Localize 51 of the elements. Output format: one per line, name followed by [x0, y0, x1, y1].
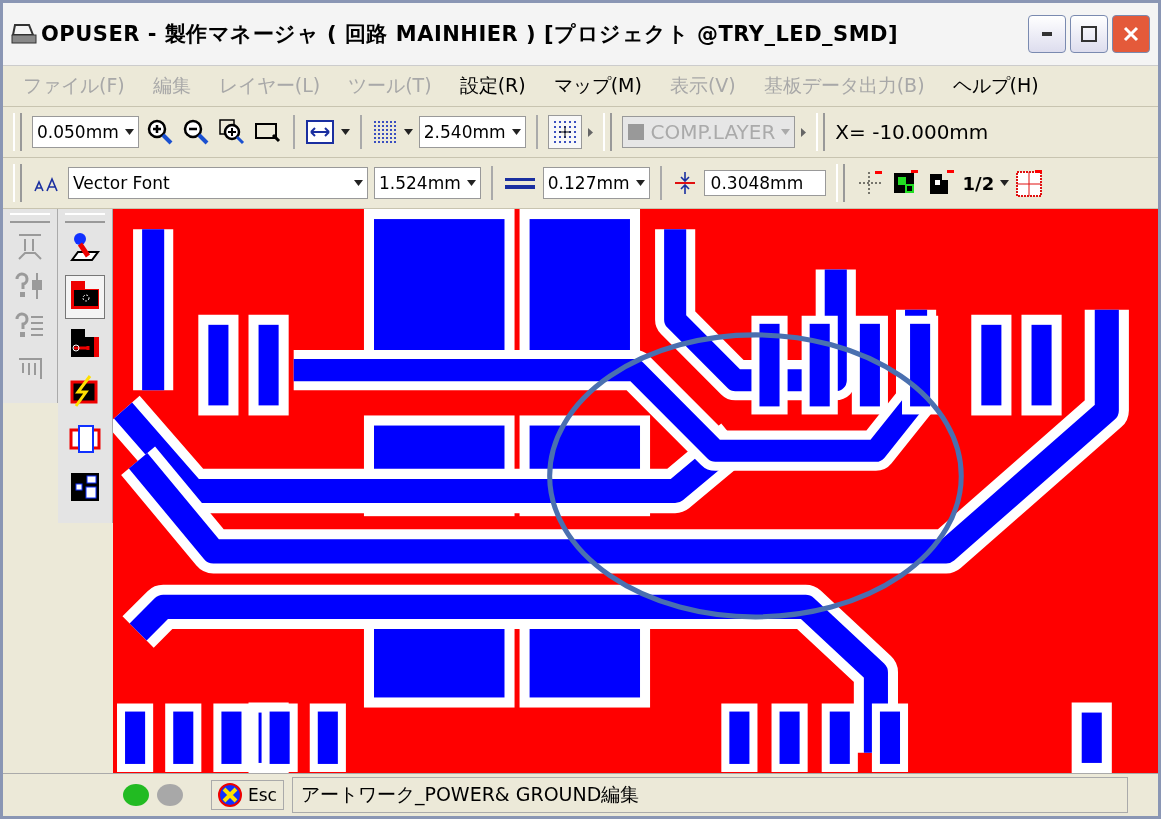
snap-grid-icon[interactable] — [547, 115, 582, 149]
caret-icon — [635, 180, 645, 186]
clearance-field[interactable]: 0.3048mm — [703, 170, 826, 196]
coordinate-readout: X= -10.000mm — [835, 120, 989, 144]
caret-icon — [781, 129, 791, 135]
toolbar-grip[interactable] — [13, 113, 22, 151]
window-title: OPUSER - 製作マネージャ ( 回路 MAINHIER ) [プロジェクト @TRY_LED_SMD] — [41, 21, 899, 48]
close-icon — [1123, 26, 1139, 42]
measure-icon[interactable] — [304, 117, 335, 147]
toolbar-grip[interactable] — [816, 113, 826, 151]
overflow-icon[interactable] — [801, 127, 807, 137]
caret-icon — [511, 129, 521, 135]
maximize-icon — [1081, 26, 1097, 42]
cancel-icon — [218, 783, 242, 807]
caret-icon — [124, 129, 134, 135]
place-icon — [68, 230, 102, 264]
grid-icon[interactable] — [371, 119, 398, 145]
caret-icon — [354, 180, 363, 186]
status-message: アートワーク_POWER& GROUND編集 — [291, 777, 1128, 813]
caret-icon[interactable] — [403, 129, 413, 135]
maximize-button[interactable] — [1070, 15, 1108, 53]
zoom-step-dropdown[interactable]: 0.050mm — [32, 116, 139, 148]
caret-icon[interactable] — [340, 129, 350, 135]
printer-icon — [11, 23, 37, 45]
palette-grip[interactable] — [65, 213, 105, 223]
grid-size-dropdown[interactable]: 2.540mm — [418, 116, 526, 148]
toolbar-grip[interactable] — [13, 164, 22, 202]
palette-grip[interactable] — [10, 213, 50, 223]
text-size-dropdown[interactable]: 1.524mm — [374, 167, 481, 199]
tool-button[interactable] — [65, 275, 105, 319]
escape-button[interactable]: Esc — [211, 780, 284, 810]
menu-item[interactable]: 設定(R) — [459, 73, 526, 99]
menu-item[interactable]: ヘルプ(H) — [952, 73, 1039, 99]
blocks-icon — [68, 470, 102, 504]
outline-icon — [68, 422, 102, 456]
pad-icon — [68, 278, 102, 312]
line-width-dropdown[interactable]: 0.127mm — [542, 167, 650, 199]
font-dropdown[interactable]: Vector Font — [68, 167, 368, 199]
trace-icon — [68, 326, 102, 360]
menu-item[interactable]: マップ(M) — [553, 73, 642, 99]
toolbar-grip[interactable] — [835, 164, 845, 202]
toolbar-grip[interactable] — [602, 113, 612, 151]
overflow-icon[interactable] — [587, 127, 593, 137]
zoom-area-icon[interactable] — [216, 117, 247, 147]
close-button[interactable] — [1112, 15, 1150, 53]
caret-icon[interactable] — [1000, 180, 1010, 186]
minimize-button[interactable] — [1028, 15, 1066, 53]
ratio-dropdown[interactable]: 1/2 — [962, 172, 995, 194]
caret-icon — [466, 180, 476, 186]
minimize-icon — [1042, 32, 1052, 36]
layer-color-icon — [626, 123, 645, 141]
